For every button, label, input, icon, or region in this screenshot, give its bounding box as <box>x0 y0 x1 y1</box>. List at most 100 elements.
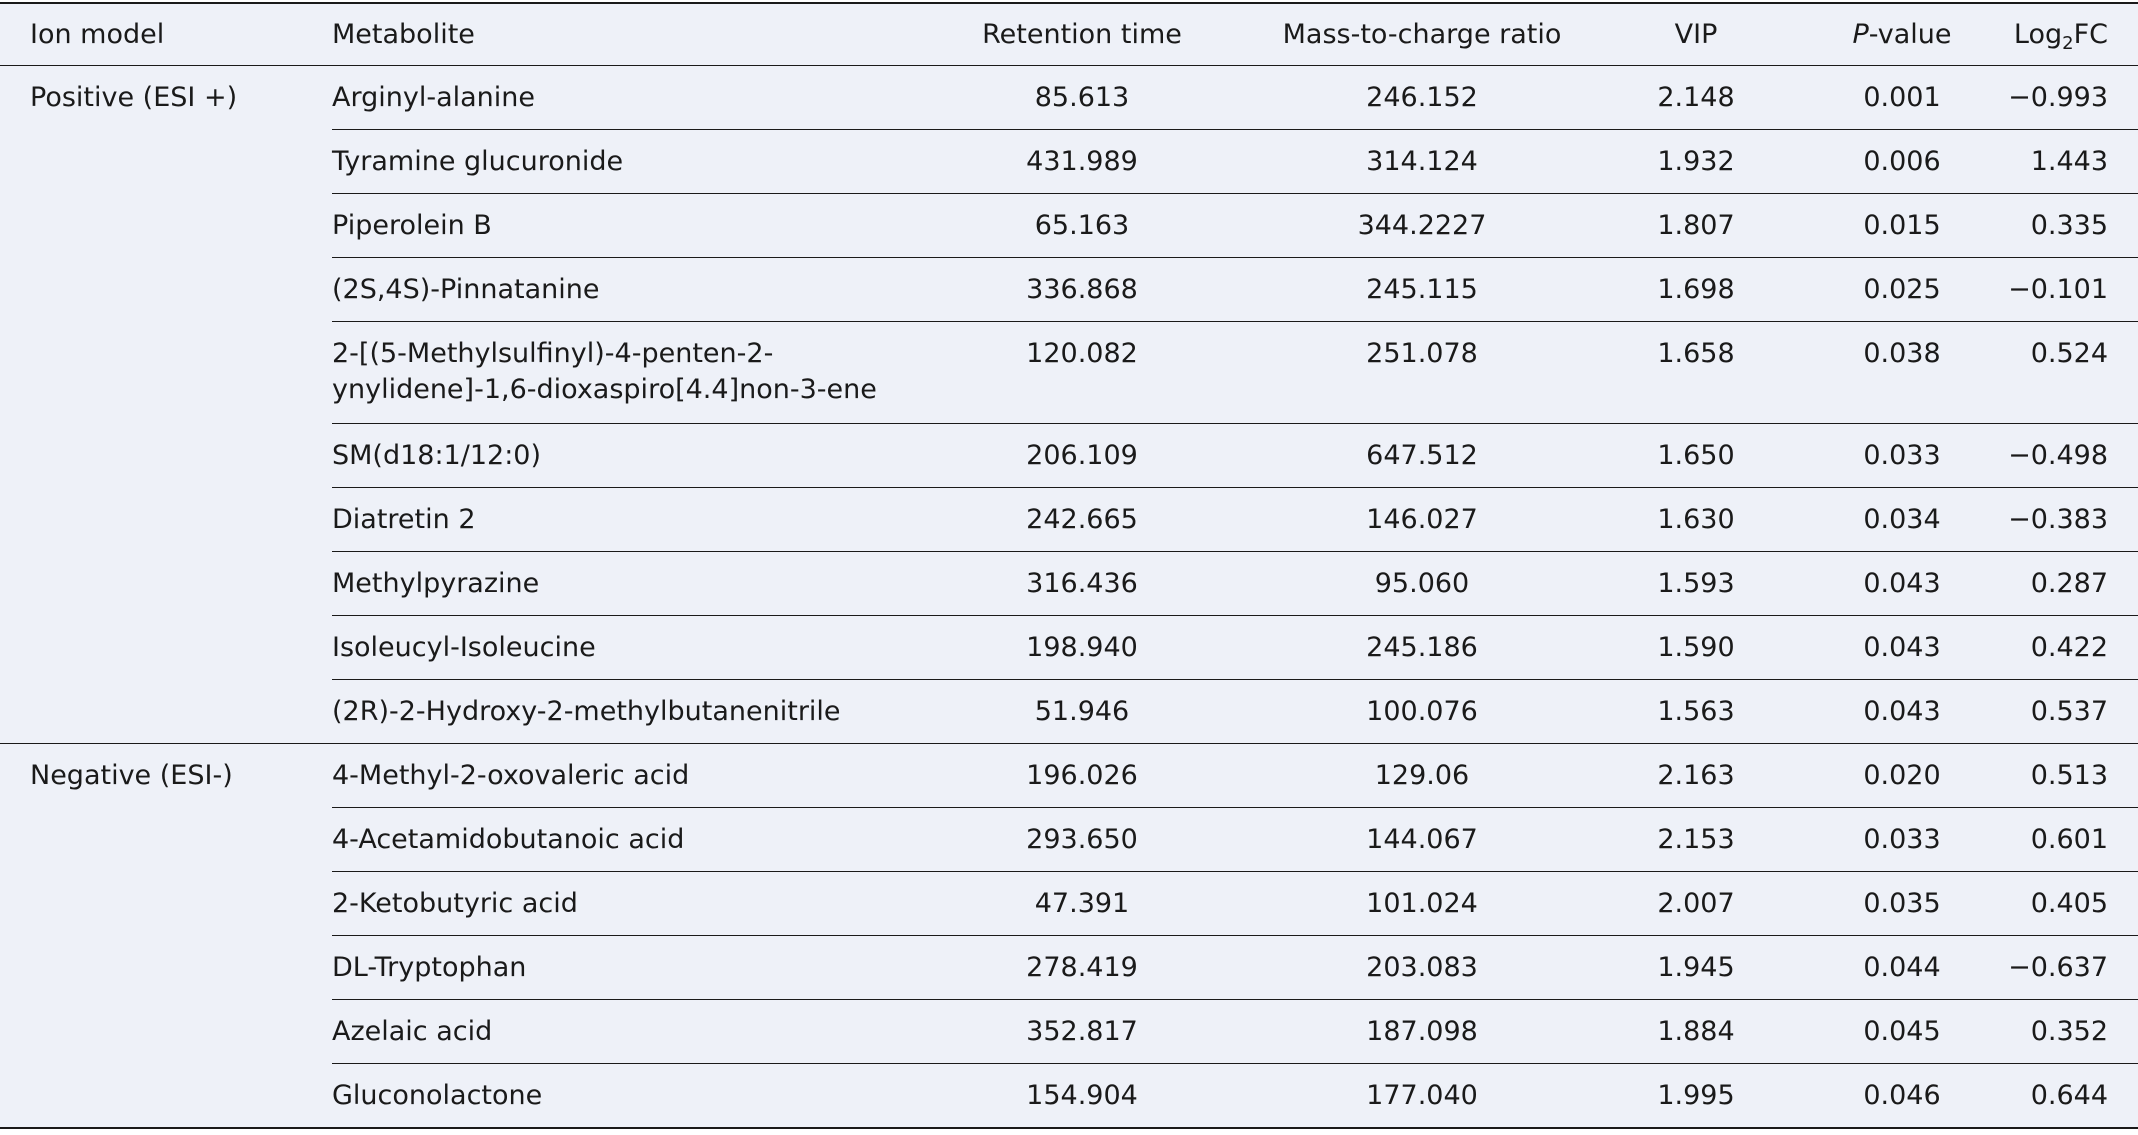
mass-to-charge-cell: 203.083 <box>1366 952 1478 983</box>
mass-to-charge-cell: 95.060 <box>1374 568 1470 599</box>
log2fc-cell: 0.537 <box>2030 696 2108 727</box>
p-value-cell: 0.025 <box>1863 274 1941 305</box>
retention-time-cell: 293.650 <box>1026 824 1138 855</box>
retention-time-cell: 85.613 <box>1034 82 1130 113</box>
vip-cell: 2.007 <box>1657 888 1735 919</box>
retention-time-cell: 154.904 <box>1026 1080 1138 1111</box>
metabolite-table: Ion model Metabolite Retention time Mass… <box>0 2 2138 1129</box>
log2fc-cell: 0.524 <box>2030 338 2108 369</box>
mass-to-charge-cell: 344.2227 <box>1357 210 1487 241</box>
header-log-post: FC <box>2073 18 2108 50</box>
table-row: 2-Ketobutyric acid 47.391 101.024 2.007 0.03… <box>332 872 2138 936</box>
table-row: (2R)-2-Hydroxy-2-methylbutanenitrile 51.9… <box>332 680 2138 743</box>
p-value-cell: 0.033 <box>1863 824 1941 855</box>
p-value-cell: 0.015 <box>1863 210 1941 241</box>
vip-cell: 1.658 <box>1657 338 1735 369</box>
p-value-cell: 0.038 <box>1863 338 1941 369</box>
header-vip: VIP <box>1674 18 1718 50</box>
header-metabolite: Metabolite <box>332 18 475 50</box>
row-group: Negative (ESI-) 4-Methyl-2-oxovaleric aci… <box>0 743 2138 1127</box>
mass-to-charge-cell: 146.027 <box>1366 504 1478 535</box>
table-row: 4-Acetamidobutanoic acid 293.650 144.067 2.… <box>332 808 2138 872</box>
ion-model-label: Negative (ESI-) <box>30 760 233 791</box>
metabolite-cell: Piperolein B <box>332 210 492 241</box>
mass-to-charge-cell: 251.078 <box>1366 338 1478 369</box>
table-row: Diatretin 2 242.665 146.027 1.630 0.034 −0.38… <box>332 488 2138 552</box>
retention-time-cell: 120.082 <box>1026 338 1138 369</box>
log2fc-cell: 0.335 <box>2030 210 2108 241</box>
vip-cell: 1.995 <box>1657 1080 1735 1111</box>
header-p-rest: -value <box>1868 18 1952 50</box>
metabolite-cell: 2-Ketobutyric acid <box>332 888 578 919</box>
table-row: Piperolein B 65.163 344.2227 1.807 0.015 0.33… <box>332 194 2138 258</box>
mass-to-charge-cell: 314.124 <box>1366 146 1478 177</box>
p-value-cell: 0.046 <box>1863 1080 1941 1111</box>
retention-time-cell: 352.817 <box>1026 1016 1138 1047</box>
p-value-cell: 0.020 <box>1863 760 1941 791</box>
table-body: Positive (ESI +) Arginyl-alanine 85.613 246… <box>0 66 2138 1127</box>
vip-cell: 1.698 <box>1657 274 1735 305</box>
vip-cell: 1.563 <box>1657 696 1735 727</box>
log2fc-cell: −0.498 <box>2008 440 2108 471</box>
retention-time-cell: 51.946 <box>1034 696 1130 727</box>
metabolite-cell: Tyramine glucuronide <box>332 146 624 177</box>
log2fc-cell: −0.637 <box>2008 952 2108 983</box>
header-ion-model: Ion model <box>30 18 165 50</box>
vip-cell: 1.650 <box>1657 440 1735 471</box>
table-row: Tyramine glucuronide 431.989 314.124 1.932 0… <box>332 130 2138 194</box>
metabolite-cell: DL-Tryptophan <box>332 952 527 983</box>
log2fc-cell: 1.443 <box>2030 146 2108 177</box>
metabolite-cell: SM(d18:1/12:0) <box>332 440 541 471</box>
mass-to-charge-cell: 144.067 <box>1366 824 1478 855</box>
retention-time-cell: 47.391 <box>1034 888 1130 919</box>
p-value-cell: 0.043 <box>1863 696 1941 727</box>
metabolite-cell: Gluconolactone <box>332 1080 543 1111</box>
log2fc-cell: 0.287 <box>2030 568 2108 599</box>
table-row: Gluconolactone 154.904 177.040 1.995 0.046 0.… <box>332 1064 2138 1127</box>
header-p-italic: P <box>1852 18 1869 50</box>
mass-to-charge-cell: 246.152 <box>1366 82 1478 113</box>
group-rows: Arginyl-alanine 85.613 246.152 2.148 0.001 −0… <box>332 66 2138 743</box>
mass-to-charge-cell: 101.024 <box>1366 888 1478 919</box>
vip-cell: 2.163 <box>1657 760 1735 791</box>
mass-to-charge-cell: 100.076 <box>1366 696 1478 727</box>
vip-cell: 1.807 <box>1657 210 1735 241</box>
mass-to-charge-cell: 187.098 <box>1366 1016 1478 1047</box>
retention-time-cell: 198.940 <box>1026 632 1138 663</box>
vip-cell: 1.884 <box>1657 1016 1735 1047</box>
p-value-cell: 0.043 <box>1863 632 1941 663</box>
p-value-cell: 0.006 <box>1863 146 1941 177</box>
vip-cell: 1.945 <box>1657 952 1735 983</box>
log2fc-cell: −0.383 <box>2008 504 2108 535</box>
metabolite-cell: Methylpyrazine <box>332 568 540 599</box>
mass-to-charge-cell: 129.06 <box>1374 760 1470 791</box>
mass-to-charge-cell: 647.512 <box>1366 440 1478 471</box>
retention-time-cell: 431.989 <box>1026 146 1138 177</box>
table-row: Arginyl-alanine 85.613 246.152 2.148 0.001 −0… <box>332 66 2138 130</box>
p-value-cell: 0.033 <box>1863 440 1941 471</box>
retention-time-cell: 65.163 <box>1034 210 1130 241</box>
mass-to-charge-cell: 245.115 <box>1366 274 1478 305</box>
mass-to-charge-cell: 245.186 <box>1366 632 1478 663</box>
vip-cell: 2.148 <box>1657 82 1735 113</box>
vip-cell: 1.593 <box>1657 568 1735 599</box>
header-log-pre: Log <box>2013 18 2063 50</box>
p-value-cell: 0.044 <box>1863 952 1941 983</box>
log2fc-cell: 0.422 <box>2030 632 2108 663</box>
metabolite-cell: 4-Acetamidobutanoic acid <box>332 824 685 855</box>
metabolite-cell: 2-[(5-Methylsulfinyl)-4-penten-2-ynylide… <box>332 338 877 405</box>
table-row: 4-Methyl-2-oxovaleric acid 196.026 129.06 2… <box>332 744 2138 808</box>
mass-to-charge-cell: 177.040 <box>1366 1080 1478 1111</box>
table-row: 2-[(5-Methylsulfinyl)-4-penten-2-ynylide… <box>332 322 2138 424</box>
retention-time-cell: 278.419 <box>1026 952 1138 983</box>
metabolite-cell: (2S,4S)-Pinnatanine <box>332 274 600 305</box>
vip-cell: 1.932 <box>1657 146 1735 177</box>
vip-cell: 2.153 <box>1657 824 1735 855</box>
metabolite-cell: Azelaic acid <box>332 1016 493 1047</box>
header-mass-to-charge: Mass-to-charge ratio <box>1282 18 1562 50</box>
table-row: Azelaic acid 352.817 187.098 1.884 0.045 0.35… <box>332 1000 2138 1064</box>
table-row: SM(d18:1/12:0) 206.109 647.512 1.650 0.033 −0… <box>332 424 2138 488</box>
header-log2fc: Log2FC <box>1994 17 2138 53</box>
vip-cell: 1.630 <box>1657 504 1735 535</box>
retention-time-cell: 206.109 <box>1026 440 1138 471</box>
